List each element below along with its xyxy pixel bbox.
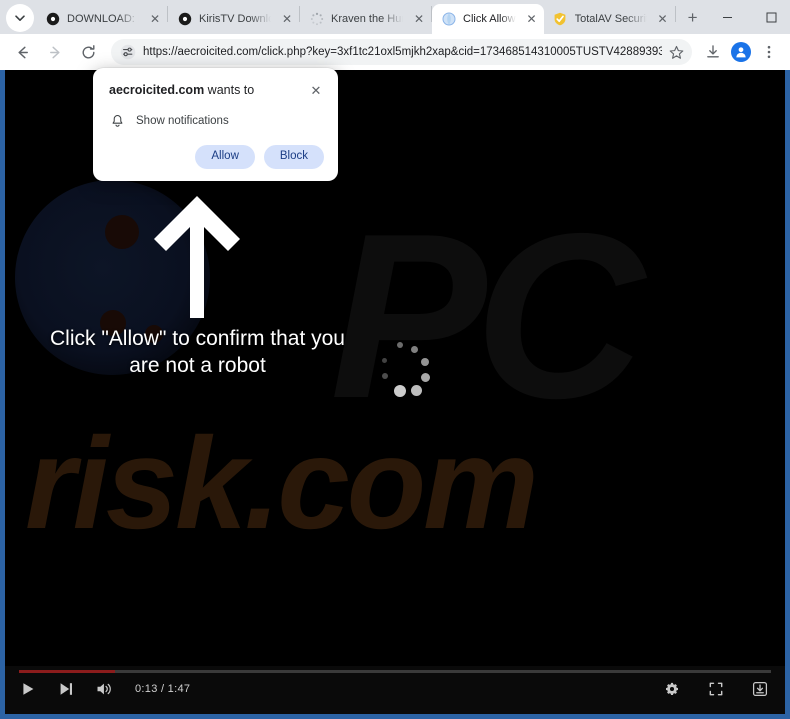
chevron-down-icon: [15, 15, 25, 21]
close-icon[interactable]: ✕: [308, 83, 324, 99]
watermark-risk: risk.com: [25, 410, 539, 556]
fullscreen-button[interactable]: [707, 680, 725, 698]
window-maximize-button[interactable]: [750, 1, 790, 33]
tab-search-button[interactable]: [6, 4, 34, 32]
permission-option-label: Show notifications: [136, 115, 229, 127]
address-bar[interactable]: https://aecroicited.com/click.php?key=3x…: [111, 39, 692, 65]
tab-close-button[interactable]: ✕: [655, 11, 671, 27]
up-arrow-icon: [154, 196, 240, 318]
blue-globe-icon: [441, 12, 456, 27]
forward-arrow-icon: [49, 46, 60, 58]
player-left-controls: 0:13 / 1:47: [19, 680, 190, 698]
permission-origin: aecroicited.com: [109, 83, 205, 97]
profile-button[interactable]: [728, 39, 754, 65]
forward-button[interactable]: [41, 38, 69, 66]
three-dot-menu-icon: [767, 45, 771, 59]
page-headline: Click "Allow" to confirm that you are no…: [5, 325, 390, 380]
gold-shield-check-icon: [553, 12, 568, 27]
record-circle-icon: [45, 12, 60, 27]
skip-next-icon: [60, 683, 72, 695]
loading-spinner-icon: [309, 12, 324, 27]
reload-button[interactable]: [74, 38, 102, 66]
allow-button[interactable]: Allow: [195, 145, 255, 169]
browser-tab-totalav[interactable]: TotalAV Security ✕: [543, 4, 675, 34]
circular-dots-loading-icon: [373, 342, 433, 402]
back-button[interactable]: [8, 38, 36, 66]
permission-option-row: Show notifications: [109, 113, 324, 129]
bell-icon: [109, 113, 125, 129]
reload-icon: [82, 44, 94, 58]
tab-close-button[interactable]: ✕: [524, 11, 540, 27]
player-right-controls: [663, 680, 769, 698]
tab-title: Click Allow: [463, 13, 516, 25]
settings-button[interactable]: [663, 680, 681, 698]
progress-bar-track[interactable]: [19, 670, 771, 673]
gear-icon: [666, 682, 678, 695]
player-download-button[interactable]: [751, 680, 769, 698]
permission-dialog-title: aecroicited.com wants to: [109, 82, 308, 99]
permission-dialog-buttons: Allow Block: [109, 145, 324, 169]
tab-close-button[interactable]: ✕: [279, 11, 295, 27]
tab-close-button[interactable]: ✕: [411, 11, 427, 27]
permission-title-suffix: wants to: [204, 83, 255, 97]
chrome-menu-button[interactable]: [756, 39, 782, 65]
person-avatar-icon: [731, 42, 751, 62]
permission-dialog-header: aecroicited.com wants to ✕: [109, 82, 324, 99]
volume-on-icon: [97, 683, 111, 695]
headline-line-1: Click "Allow" to confirm that you: [49, 327, 345, 350]
block-button[interactable]: Block: [263, 145, 324, 169]
url-text[interactable]: https://aecroicited.com/click.php?key=3x…: [143, 46, 662, 58]
downloads-button[interactable]: [700, 39, 726, 65]
tab-title: DOWNLOAD: K: [67, 13, 139, 25]
browser-tab-kiristv[interactable]: KirisTV Downloa ✕: [168, 4, 299, 34]
fullscreen-icon: [709, 682, 723, 696]
window-minimize-button[interactable]: [706, 1, 750, 33]
tab-title: TotalAV Security: [574, 13, 647, 25]
tab-separator: [674, 6, 676, 22]
play-button[interactable]: [19, 680, 37, 698]
window-controls: [706, 0, 790, 34]
tab-strip: DOWNLOAD: K ✕ KirisTV Downloa ✕: [0, 0, 790, 34]
video-player-controls: 0:13 / 1:47: [5, 666, 785, 714]
browser-window: DOWNLOAD: K ✕ KirisTV Downloa ✕: [0, 0, 790, 719]
browser-tab-click-allow[interactable]: Click Allow ✕: [432, 4, 544, 34]
volume-button[interactable]: [95, 680, 113, 698]
background-dot: [105, 215, 139, 249]
browser-tab-download[interactable]: DOWNLOAD: K ✕: [36, 4, 167, 34]
browser-tab-kraven[interactable]: Kraven the Hun ✕: [300, 4, 431, 34]
play-icon: [23, 683, 34, 695]
tab-title: Kraven the Hun: [331, 13, 403, 25]
new-tab-button[interactable]: +: [680, 5, 706, 31]
progress-bar-fill: [19, 670, 116, 673]
star-icon[interactable]: [666, 42, 686, 62]
back-arrow-icon: [17, 46, 28, 58]
next-button[interactable]: [57, 680, 75, 698]
tab-title: KirisTV Downloa: [199, 13, 271, 25]
record-circle-icon: [177, 12, 192, 27]
browser-toolbar: https://aecroicited.com/click.php?key=3x…: [0, 34, 790, 70]
time-display: 0:13 / 1:47: [135, 683, 191, 695]
tab-close-button[interactable]: ✕: [147, 11, 163, 27]
headline-line-2: are not a robot: [129, 354, 266, 378]
notification-permission-dialog: aecroicited.com wants to ✕ Show notifica…: [93, 68, 338, 181]
download-icon: [752, 681, 768, 697]
tune-sliders-icon[interactable]: [119, 44, 136, 61]
download-icon: [707, 45, 719, 58]
